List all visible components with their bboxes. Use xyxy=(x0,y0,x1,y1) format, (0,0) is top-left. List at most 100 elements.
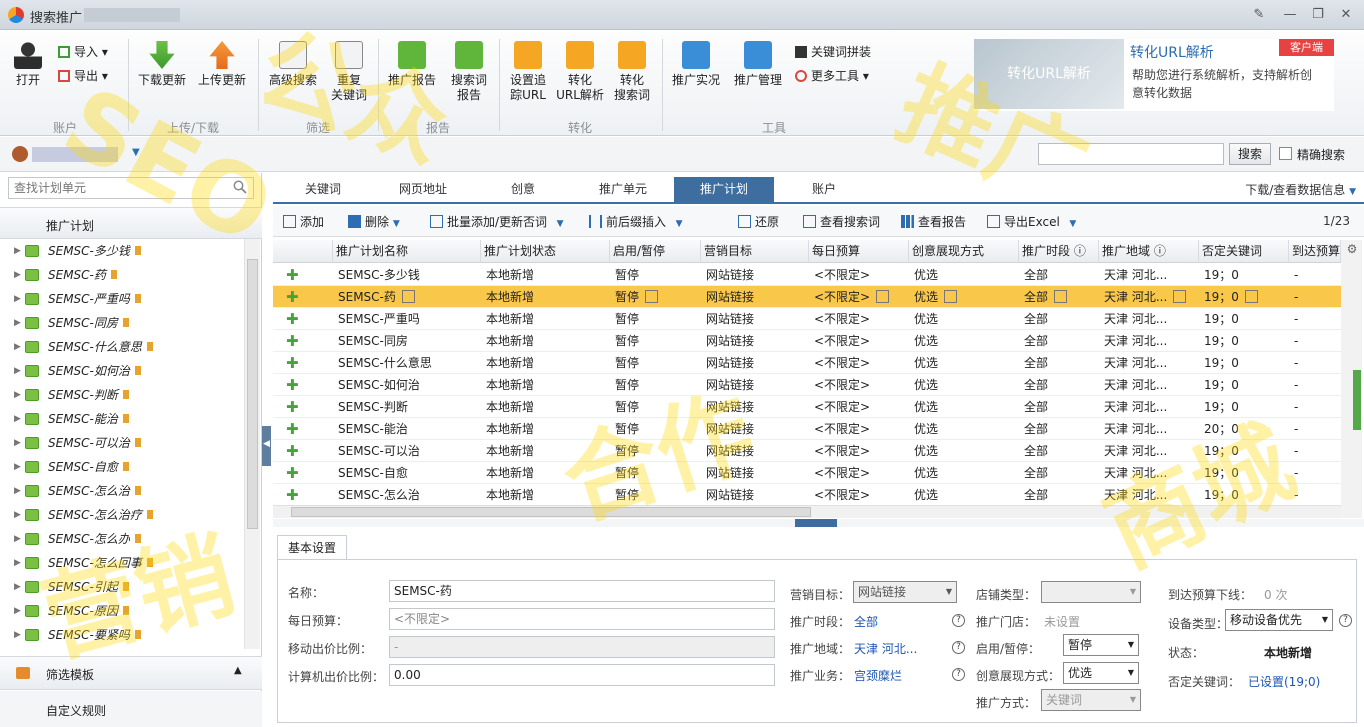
table-cell[interactable]: 优选 xyxy=(911,484,1021,505)
table-row[interactable]: ✚ SEMSC-自愈 本地新增 暂停 网站链接 <不限定> 优选 全部 天津 河北... 19；0… xyxy=(273,462,1341,484)
table-cell[interactable]: 本地新增 xyxy=(483,374,612,396)
table-cell[interactable]: 优选 xyxy=(911,440,1021,462)
table-cell[interactable]: 网站链接 xyxy=(703,440,811,462)
edit-icon[interactable] xyxy=(1173,290,1187,303)
tab-5[interactable]: 账户 xyxy=(774,177,874,202)
table-cell[interactable]: 优选 xyxy=(911,308,1021,330)
grid-header-cell[interactable]: 推广计划名称 xyxy=(333,240,481,263)
import-button[interactable]: 导入 ▾ xyxy=(58,43,108,60)
table-cell[interactable]: 全部 xyxy=(1021,462,1101,484)
plan-tree-item[interactable]: ▶ SEMSC-可以治 xyxy=(0,431,244,455)
table-cell[interactable]: - xyxy=(1291,462,1341,484)
promo-title[interactable]: 转化URL解析 xyxy=(1130,42,1214,62)
expand-icon[interactable]: ▶ xyxy=(14,311,21,335)
expand-icon[interactable]: ▶ xyxy=(14,383,21,407)
grid-header-cell[interactable]: 推广计划状态 xyxy=(481,240,610,263)
expand-plus-icon[interactable]: ✚ xyxy=(286,486,299,504)
view-search-terms-button[interactable]: 查看搜索词 xyxy=(803,213,880,230)
expand-icon[interactable]: ▶ xyxy=(14,287,21,311)
table-cell[interactable]: 19；0 xyxy=(1201,286,1291,308)
plan-tree-item[interactable]: ▶ SEMSC-怎么治疗 xyxy=(0,503,244,527)
neg-keyword-link[interactable]: 已设置(19;0) xyxy=(1248,673,1320,690)
table-row[interactable]: ✚ SEMSC-多少钱 本地新增 暂停 网站链接 <不限定> 优选 全部 天津 河北... 19；… xyxy=(273,264,1341,286)
grid-header-cell[interactable]: 推广时段 ⓘ xyxy=(1019,240,1099,263)
export-excel-button[interactable]: 导出Excel ▼ xyxy=(987,213,1076,230)
plan-tree-item[interactable]: ▶ SEMSC-什么意思 xyxy=(0,335,244,359)
table-cell[interactable]: 暂停 xyxy=(612,286,703,308)
edit-icon[interactable] xyxy=(645,290,659,303)
table-cell[interactable]: 全部 xyxy=(1021,286,1101,308)
edit-icon[interactable] xyxy=(1244,290,1258,303)
table-cell[interactable]: SEMSC-多少钱 xyxy=(335,264,483,286)
table-cell[interactable]: 本地新增 xyxy=(483,440,612,462)
table-cell[interactable]: 网站链接 xyxy=(703,308,811,330)
table-cell[interactable]: 全部 xyxy=(1021,484,1101,505)
table-cell[interactable]: - xyxy=(1291,396,1341,418)
panel-splitter[interactable] xyxy=(273,519,1364,527)
table-row[interactable]: ✚ SEMSC-什么意思 本地新增 暂停 网站链接 <不限定> 优选 全部 天津 河北... 19… xyxy=(273,352,1341,374)
grid-header-cell[interactable]: 启用/暂停 xyxy=(610,240,701,263)
row-expand-cell[interactable]: ✚ xyxy=(283,286,313,308)
expand-plus-icon[interactable]: ✚ xyxy=(286,420,299,438)
plan-tree-item[interactable]: ▶ SEMSC-如何治 xyxy=(0,359,244,383)
upload-update-button[interactable]: 上传更新 xyxy=(196,41,248,88)
table-cell[interactable]: - xyxy=(1291,374,1341,396)
plan-tree-item[interactable]: ▶ SEMSC-药 xyxy=(0,263,244,287)
row-expand-cell[interactable]: ✚ xyxy=(283,440,313,462)
edit-icon[interactable] xyxy=(876,290,890,303)
grid-header-cell[interactable]: 营销目标 xyxy=(701,240,809,263)
search-button[interactable]: 搜索 xyxy=(1229,143,1271,165)
minimize-icon[interactable]: — xyxy=(1279,5,1301,25)
expand-icon[interactable]: ▶ xyxy=(14,335,21,359)
table-cell[interactable]: 全部 xyxy=(1021,440,1101,462)
table-cell[interactable]: 19；0 xyxy=(1201,396,1291,418)
plan-tree-item[interactable]: ▶ SEMSC-原因 xyxy=(0,599,244,623)
exact-search-checkbox[interactable] xyxy=(1279,147,1292,160)
expand-icon[interactable]: ▶ xyxy=(14,479,21,503)
download-info-link[interactable]: 下载/查看数据信息 ▼ xyxy=(1245,181,1356,198)
region-link[interactable]: 天津 河北... xyxy=(854,640,917,657)
table-cell[interactable]: 网站链接 xyxy=(703,418,811,440)
expand-icon[interactable]: ▶ xyxy=(14,359,21,383)
table-cell[interactable]: 20；0 xyxy=(1201,418,1291,440)
expand-icon[interactable]: ▶ xyxy=(14,407,21,431)
table-cell[interactable]: 暂停 xyxy=(612,484,703,505)
edit-icon[interactable] xyxy=(1054,290,1068,303)
table-cell[interactable]: 19；0 xyxy=(1201,484,1291,505)
plan-tree-item[interactable]: ▶ SEMSC-同房 xyxy=(0,311,244,335)
table-cell[interactable]: - xyxy=(1291,484,1341,505)
table-cell[interactable]: 暂停 xyxy=(612,462,703,484)
budget-field[interactable]: <不限定> xyxy=(389,608,775,630)
row-expand-cell[interactable]: ✚ xyxy=(283,352,313,374)
edit-icon[interactable] xyxy=(401,290,415,303)
table-cell[interactable]: 本地新增 xyxy=(483,352,612,374)
table-cell[interactable]: <不限定> xyxy=(811,418,911,440)
restore-button[interactable]: 还原 xyxy=(738,213,779,230)
plan-tree-item[interactable]: ▶ SEMSC-引起 xyxy=(0,575,244,599)
help-icon[interactable]: ? xyxy=(952,614,965,627)
promo-manage-button[interactable]: 推广管理 xyxy=(730,41,786,88)
download-update-button[interactable]: 下载更新 xyxy=(136,41,188,88)
table-row[interactable]: ✚ SEMSC-药 本地新增 暂停 网站链接 <不限定> 优选 全部 天津 河北... 19；0 - xyxy=(273,286,1341,308)
plan-search-input[interactable] xyxy=(9,178,209,198)
table-cell[interactable]: 天津 河北... xyxy=(1101,352,1201,374)
custom-rule-bar[interactable]: 自定义规则 xyxy=(0,691,262,727)
help-icon[interactable]: ⓘ xyxy=(1070,244,1086,258)
row-expand-cell[interactable]: ✚ xyxy=(283,396,313,418)
table-cell[interactable]: 优选 xyxy=(911,264,1021,286)
chevron-up-icon[interactable]: ▲ xyxy=(234,665,242,676)
expand-icon[interactable]: ▶ xyxy=(14,431,21,455)
plan-tree-item[interactable]: ▶ SEMSC-怎么回事 xyxy=(0,551,244,575)
row-expand-cell[interactable]: ✚ xyxy=(283,330,313,352)
table-cell[interactable]: 全部 xyxy=(1021,418,1101,440)
expand-plus-icon[interactable]: ✚ xyxy=(286,398,299,416)
table-cell[interactable]: SEMSC-如何治 xyxy=(335,374,483,396)
grid-header-cell[interactable]: 创意展现方式 xyxy=(909,240,1019,263)
keyword-merge-button[interactable]: 关键词拼装 xyxy=(795,43,871,60)
expand-plus-icon[interactable]: ✚ xyxy=(286,464,299,482)
table-cell[interactable]: 19；0 xyxy=(1201,440,1291,462)
plan-tree-item[interactable]: ▶ SEMSC-能治 xyxy=(0,407,244,431)
table-cell[interactable]: - xyxy=(1291,308,1341,330)
table-cell[interactable]: 暂停 xyxy=(612,440,703,462)
business-link[interactable]: 宫颈糜烂 xyxy=(854,667,902,684)
